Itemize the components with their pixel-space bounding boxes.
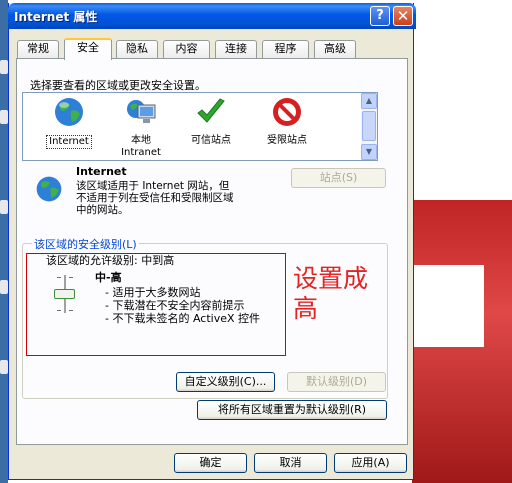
reset-all-zones-button[interactable]: 将所有区域重置为默认级别(R) bbox=[197, 400, 387, 420]
tab-label: 高级 bbox=[324, 42, 346, 55]
tab-label: 安全 bbox=[77, 41, 99, 54]
ok-button[interactable]: 确定 bbox=[174, 453, 247, 473]
zone-label: 本地 Intranet bbox=[121, 135, 161, 158]
help-icon: ? bbox=[376, 8, 384, 23]
tab-label: 程序 bbox=[274, 42, 297, 55]
cancel-button[interactable]: 取消 bbox=[254, 453, 327, 473]
zone-trusted-sites[interactable]: 可信站点 bbox=[175, 95, 247, 147]
close-icon: ✕ bbox=[396, 7, 410, 25]
tab-label: 常规 bbox=[27, 42, 49, 55]
apply-button[interactable]: 应用(A) bbox=[334, 453, 407, 473]
security-level-group-title: 该区域的安全级别(L) bbox=[32, 236, 139, 252]
tab-label: 内容 bbox=[175, 42, 198, 55]
monitor-icon bbox=[127, 100, 156, 123]
tab-programs[interactable]: 程序 bbox=[262, 40, 309, 58]
button-label: 站点(S) bbox=[319, 171, 358, 184]
zone-list[interactable]: Internet 本地 Intranet 可信站点 受限站点 ▲ ▼ bbox=[22, 92, 378, 161]
help-button[interactable]: ? bbox=[370, 6, 390, 26]
zone-local-intranet[interactable]: 本地 Intranet bbox=[105, 95, 177, 159]
desktop-icon[interactable] bbox=[0, 200, 8, 214]
annotation-line: 设置成 bbox=[293, 264, 369, 293]
zone-label: 受限站点 bbox=[267, 135, 307, 146]
button-label: 自定义级别(C)... bbox=[184, 375, 267, 388]
desktop-icon[interactable] bbox=[0, 360, 8, 374]
sites-button[interactable]: 站点(S) bbox=[291, 168, 386, 188]
chevron-down-icon: ▼ bbox=[365, 147, 373, 156]
zone-label: Internet bbox=[46, 135, 92, 149]
globe-icon bbox=[55, 98, 83, 126]
zone-restricted-sites[interactable]: 受限站点 bbox=[251, 95, 323, 147]
desktop-background-left bbox=[0, 0, 8, 483]
tab-connections[interactable]: 连接 bbox=[215, 40, 257, 58]
tab-label: 隐私 bbox=[126, 42, 148, 55]
desktop-icon[interactable] bbox=[0, 110, 8, 124]
checkmark-icon bbox=[197, 98, 225, 123]
zone-title: Internet bbox=[76, 165, 127, 178]
title-bar[interactable]: Internet 属性 ? ✕ bbox=[8, 3, 416, 29]
tab-content[interactable]: 内容 bbox=[163, 40, 210, 58]
button-label: 默认级别(D) bbox=[305, 375, 368, 388]
zone-instruction: 选择要查看的区域或更改安全设置。 bbox=[30, 79, 206, 92]
tab-privacy[interactable]: 隐私 bbox=[116, 40, 158, 58]
scroll-down-button[interactable]: ▼ bbox=[361, 144, 377, 160]
scroll-up-button[interactable]: ▲ bbox=[361, 93, 377, 109]
zone-description: 该区域适用于 Internet 网站，但 不适用于列在受信任和受限制区域 中的网… bbox=[76, 180, 234, 216]
button-label: 确定 bbox=[199, 456, 222, 469]
close-button[interactable]: ✕ bbox=[393, 6, 413, 26]
scroll-thumb[interactable] bbox=[362, 111, 376, 141]
zone-label: 可信站点 bbox=[191, 135, 231, 146]
tab-general[interactable]: 常规 bbox=[17, 40, 59, 58]
custom-level-button[interactable]: 自定义级别(C)... bbox=[176, 372, 275, 392]
annotation-line: 高 bbox=[293, 294, 319, 323]
annotation-highlight-box bbox=[26, 253, 286, 356]
globe-icon bbox=[36, 176, 62, 202]
default-level-button[interactable]: 默认级别(D) bbox=[287, 372, 386, 392]
chevron-up-icon: ▲ bbox=[365, 96, 373, 105]
no-entry-icon bbox=[273, 98, 301, 126]
desktop-icon[interactable] bbox=[0, 280, 8, 294]
annotation-text: 设置成 高 bbox=[293, 264, 368, 324]
button-label: 将所有区域重置为默认级别(R) bbox=[217, 403, 367, 416]
tab-security[interactable]: 安全 bbox=[64, 38, 112, 60]
tab-label: 连接 bbox=[225, 42, 247, 55]
desktop-icon[interactable] bbox=[0, 60, 8, 74]
zone-internet[interactable]: Internet bbox=[33, 95, 105, 149]
zone-list-scrollbar[interactable]: ▲ ▼ bbox=[361, 93, 377, 160]
button-label: 取消 bbox=[279, 456, 302, 469]
window-title: Internet 属性 bbox=[14, 10, 98, 24]
button-label: 应用(A) bbox=[351, 456, 390, 469]
desktop-blank-area bbox=[412, 265, 484, 347]
tab-advanced[interactable]: 高级 bbox=[314, 40, 356, 58]
